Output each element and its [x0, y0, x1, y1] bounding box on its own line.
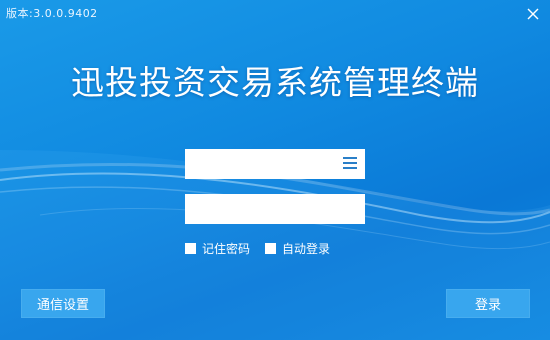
account-input[interactable] — [185, 149, 365, 179]
password-input[interactable] — [185, 194, 365, 224]
menu-icon[interactable] — [343, 157, 357, 170]
auto-login-checkbox[interactable] — [265, 243, 276, 254]
auto-login-option[interactable]: 自动登录 — [265, 240, 330, 257]
remember-password-option[interactable]: 记住密码 — [185, 240, 250, 257]
remember-password-label: 记住密码 — [202, 242, 251, 256]
close-icon — [527, 8, 539, 20]
login-button[interactable]: 登录 — [446, 289, 530, 318]
remember-password-checkbox[interactable] — [185, 243, 196, 254]
close-button[interactable] — [524, 5, 542, 23]
communication-settings-button[interactable]: 通信设置 — [21, 289, 105, 318]
app-title: 迅投投资交易系统管理终端 — [71, 63, 479, 102]
auto-login-label: 自动登录 — [282, 242, 331, 256]
login-window: 版本:3.0.0.9402 迅投投资交易系统管理终端 记住密码 自动登录 通信设… — [0, 0, 550, 340]
version-label: 版本:3.0.0.9402 — [6, 7, 98, 20]
